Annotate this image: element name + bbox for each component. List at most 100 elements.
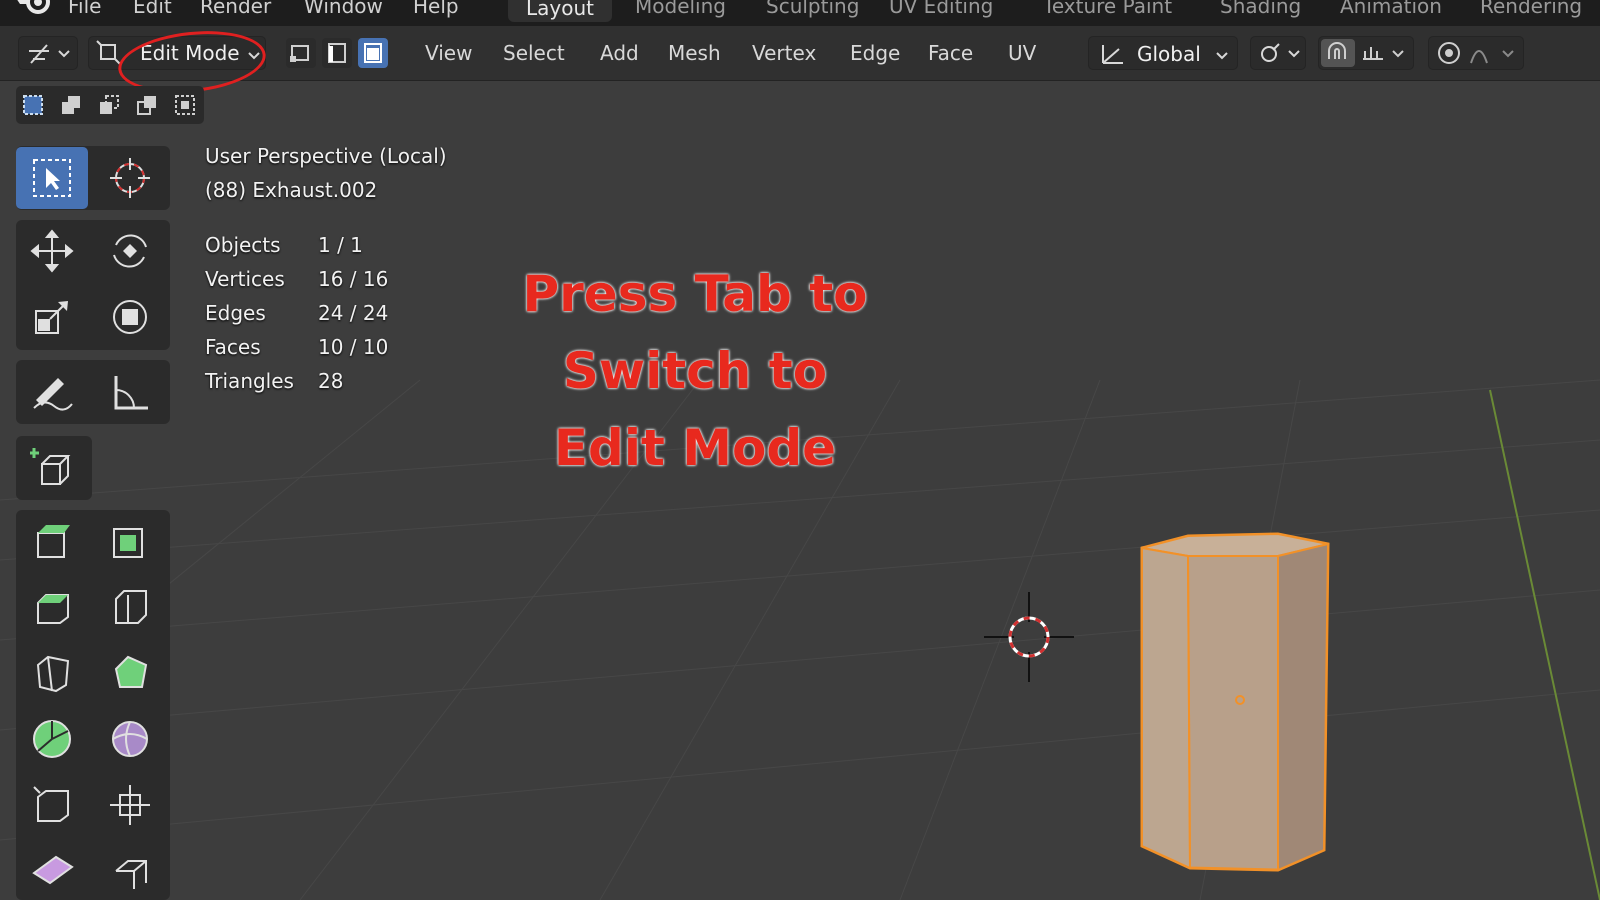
stat-triangles-value: 28 [318, 369, 344, 393]
transform-orientation-label: Global [1137, 42, 1201, 66]
proportional-editing-icon [1438, 42, 1514, 64]
edge-slide-icon [33, 786, 69, 822]
header-menu-face[interactable]: Face [928, 41, 973, 65]
tool-transform[interactable] [94, 286, 166, 348]
tool-smooth[interactable] [94, 708, 166, 770]
stat-vertices-value: 16 / 16 [318, 267, 389, 291]
tab-rendering[interactable]: Rendering [1480, 0, 1582, 18]
menu-edit[interactable]: Edit [133, 0, 172, 18]
add-cube-icon [30, 448, 71, 485]
header-menu-select[interactable]: Select [503, 41, 565, 65]
tool-knife[interactable] [16, 642, 88, 704]
viewport-grid [0, 379, 1600, 900]
3d-cursor-icon[interactable] [984, 592, 1074, 682]
move-icon [30, 229, 74, 273]
tool-scale[interactable] [16, 286, 88, 348]
annotation-line-3: Edit Mode [553, 419, 837, 477]
face-select-button[interactable] [358, 38, 388, 68]
stat-triangles-label: Triangles [205, 369, 294, 393]
face-select-icon [364, 43, 382, 63]
tool-poly-build[interactable] [94, 642, 166, 704]
annotation-line-2: Switch to [562, 342, 828, 400]
tool-shrink-fatten[interactable] [94, 774, 166, 836]
tool-shear[interactable] [16, 840, 88, 900]
toolbar-group-transform [16, 220, 170, 350]
stat-edges-label: Edges [205, 301, 266, 325]
object-name: (88) Exhaust.002 [205, 178, 378, 202]
pivot-point-dropdown[interactable] [1250, 36, 1306, 70]
menu-render[interactable]: Render [200, 0, 271, 18]
stat-objects-value: 1 / 1 [318, 233, 363, 257]
measure-icon [114, 376, 148, 410]
tool-spin[interactable] [16, 708, 88, 770]
stat-objects-label: Objects [205, 233, 281, 257]
cursor-icon [110, 158, 150, 198]
header-menu-view[interactable]: View [425, 41, 472, 65]
header-menu-add[interactable]: Add [600, 41, 639, 65]
menu-file[interactable]: File [68, 0, 101, 18]
toolbar-group-mesh [16, 510, 170, 900]
extrude-icon [37, 525, 70, 558]
top-bar: File Edit Render Window Help Layout Mode… [0, 0, 1600, 26]
snap-magnet-icon [1328, 42, 1404, 60]
rip-icon [115, 860, 147, 889]
header-menu-uv[interactable]: UV [1008, 41, 1036, 65]
tool-cursor[interactable] [94, 147, 166, 209]
tool-loop-cut[interactable] [94, 576, 166, 638]
tool-inset[interactable] [94, 510, 166, 572]
vertex-select-button[interactable] [286, 38, 316, 68]
tool-extrude[interactable] [16, 510, 88, 572]
editor-type-icon [29, 44, 70, 64]
tab-animation[interactable]: Animation [1340, 0, 1442, 18]
scale-icon [35, 301, 68, 334]
tab-layout[interactable]: Layout [508, 0, 612, 22]
toolbar-group-annotate [16, 360, 170, 424]
blender-logo-icon[interactable] [14, 0, 54, 18]
transform-orientation-dropdown[interactable]: Global [1088, 36, 1238, 70]
pivot-point-icon [1261, 43, 1300, 62]
header-menu-mesh[interactable]: Mesh [668, 41, 721, 65]
tool-rotate[interactable] [94, 220, 166, 282]
spin-icon [33, 720, 71, 758]
exhaust-mesh[interactable] [1128, 530, 1348, 900]
annotation-line-1: Press Tab to [522, 265, 868, 323]
header-menu-edge[interactable]: Edge [850, 41, 900, 65]
3d-viewport[interactable]: User Perspective (Local) (88) Exhaust.00… [0, 80, 1600, 900]
editor-type-button[interactable] [18, 36, 78, 70]
knife-icon [36, 655, 70, 693]
toolbar-group-select [16, 146, 170, 210]
proportional-editing-group[interactable] [1428, 36, 1524, 70]
tab-modeling[interactable]: Modeling [635, 0, 726, 18]
tool-annotate[interactable] [16, 361, 88, 423]
tool-add-cube[interactable] [16, 437, 88, 499]
menu-help[interactable]: Help [413, 0, 459, 18]
annotate-icon [33, 378, 73, 411]
view-name: User Perspective (Local) [205, 144, 447, 168]
tool-edge-slide[interactable] [16, 774, 88, 836]
chevron-down-icon [1216, 52, 1228, 60]
inset-icon [113, 528, 143, 558]
shear-icon [32, 855, 74, 885]
tool-bevel[interactable] [16, 576, 88, 638]
tab-uv-editing[interactable]: UV Editing [889, 0, 993, 18]
edge-select-icon [328, 43, 346, 63]
select-box-icon [33, 159, 71, 197]
tab-texture-paint[interactable]: Texture Paint [1043, 0, 1172, 18]
menu-window[interactable]: Window [304, 0, 383, 18]
tab-shading[interactable]: Shading [1220, 0, 1301, 18]
vertex-select-icon [290, 45, 309, 62]
tool-select-box[interactable] [16, 147, 88, 209]
tutorial-annotation: Press Tab to Switch to Edit Mode [480, 256, 910, 487]
poly-build-icon [114, 655, 148, 688]
edge-select-button[interactable] [322, 38, 352, 68]
header-menu-vertex[interactable]: Vertex [752, 41, 816, 65]
tool-rip[interactable] [94, 840, 166, 900]
tool-measure[interactable] [94, 361, 166, 423]
viewport-header: Edit Mode View Select Add Mesh Vertex Ed… [0, 24, 1600, 100]
toolbar-group-add [16, 436, 92, 500]
bevel-icon [37, 594, 69, 624]
tab-sculpting[interactable]: Sculpting [766, 0, 859, 18]
snapping-group[interactable] [1318, 36, 1414, 70]
tool-move[interactable] [16, 220, 88, 282]
smooth-icon [112, 721, 148, 757]
